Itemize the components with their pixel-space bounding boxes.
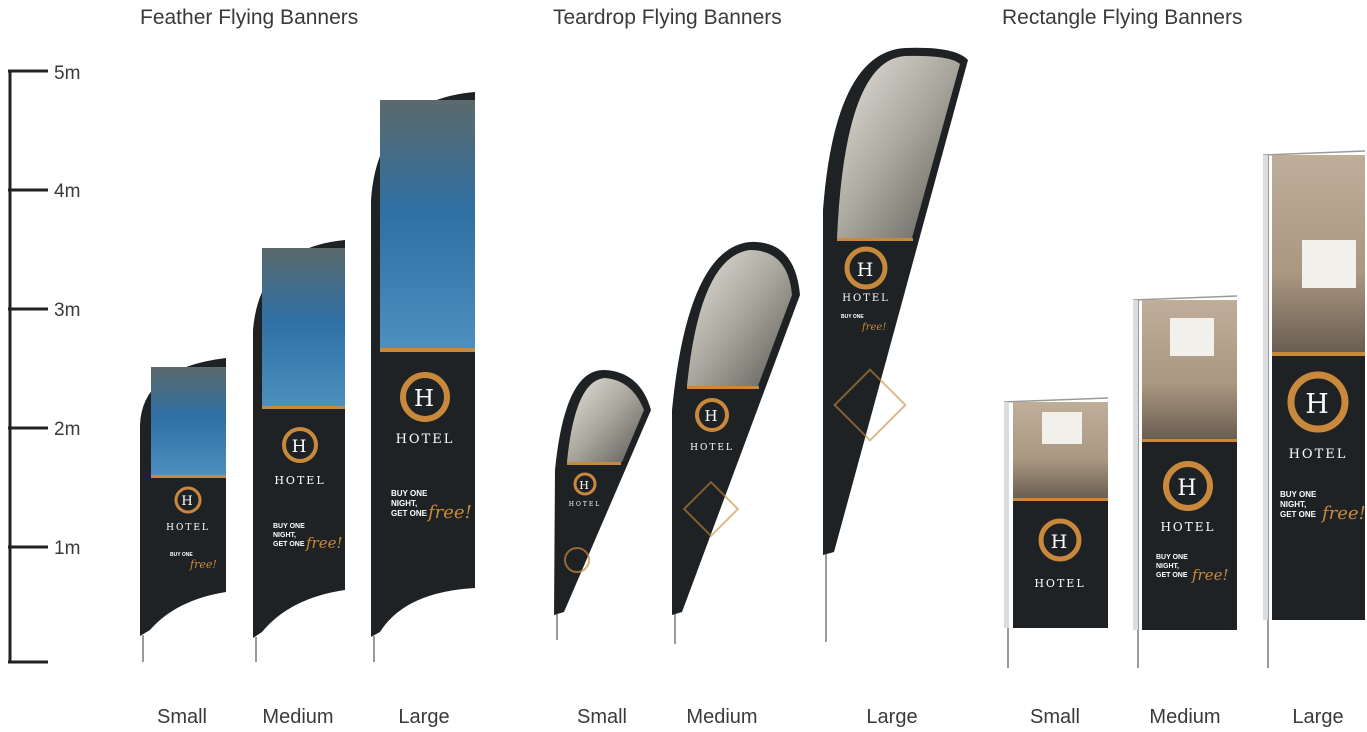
brand-text: HOTEL [842, 293, 890, 304]
teardrop-banner-medium: H HOTEL [672, 241, 800, 644]
promo-line-1: BUY ONE [841, 314, 864, 320]
promo-line-1: BUY ONE [1156, 554, 1188, 561]
feather-size-small: Small [156, 706, 208, 728]
promo-free: free! [189, 558, 217, 571]
logo-letter: H [857, 259, 876, 281]
promo-free: free! [1320, 503, 1366, 524]
banner-illustration: H HOTEL BUY ONE free! H HOTEL BUY ONE NI… [8, 47, 1366, 668]
rectangle-banner-small: H HOTEL [1003, 397, 1109, 668]
feather-banner-small: H HOTEL BUY ONE free! [140, 358, 226, 662]
promo-free: free! [305, 534, 343, 552]
brand-text: HOTEL [569, 501, 602, 508]
teardrop-banner-small: H HOTEL [554, 369, 651, 640]
brand-text: HOTEL [690, 443, 734, 453]
promo-line-2: NIGHT, [1280, 500, 1306, 509]
logo-letter: H [579, 479, 591, 492]
rectangle-size-medium: Medium [1149, 706, 1221, 728]
height-scale-ruler [8, 69, 48, 664]
feather-size-medium: Medium [262, 706, 334, 728]
promo-line-2: NIGHT, [391, 499, 417, 508]
brand-text: HOTEL [1160, 520, 1215, 534]
promo-line-2: NIGHT, [273, 532, 296, 539]
promo-free: free! [1191, 566, 1229, 584]
logo-letter: H [414, 386, 436, 412]
promo-line-3: GET ONE [273, 541, 305, 548]
feather-size-large: Large [398, 706, 450, 728]
teardrop-size-large: Large [866, 706, 918, 728]
rectangle-size-large: Large [1292, 706, 1344, 728]
feather-banner-large: H HOTEL BUY ONE NIGHT, GET ONE free! [371, 92, 475, 662]
promo-line-3: GET ONE [1280, 510, 1317, 519]
promo-line-2: NIGHT, [1156, 563, 1179, 570]
brand-text: HOTEL [1034, 577, 1085, 590]
promo-line-3: GET ONE [1156, 572, 1188, 579]
promo-line-1: BUY ONE [1280, 490, 1317, 499]
brand-text: HOTEL [166, 523, 210, 533]
promo-free: free! [426, 502, 472, 523]
promo-line-1: BUY ONE [273, 523, 305, 530]
logo-letter: H [292, 437, 309, 457]
brand-text: HOTEL [274, 474, 325, 487]
teardrop-size-small: Small [576, 706, 628, 728]
promo-line-1: BUY ONE [391, 489, 428, 498]
promo-free: free! [861, 322, 886, 333]
logo-letter: H [1305, 389, 1331, 420]
feather-banner-medium: H HOTEL BUY ONE NIGHT, GET ONE free! [253, 240, 345, 662]
teardrop-size-medium: Medium [686, 706, 758, 728]
brand-text: HOTEL [1289, 447, 1348, 462]
teardrop-banner-large: H HOTEL BUY ONE free! [823, 47, 968, 642]
rectangle-banner-large: H HOTEL BUY ONE NIGHT, GET ONE free! [1262, 150, 1366, 668]
rectangle-banner-medium: H HOTEL BUY ONE NIGHT, GET ONE free! [1132, 295, 1238, 668]
logo-letter: H [1177, 476, 1198, 501]
promo-line-3: GET ONE [391, 509, 428, 518]
rectangle-size-small: Small [1029, 706, 1081, 728]
brand-text: HOTEL [396, 432, 455, 447]
logo-letter: H [181, 494, 194, 509]
logo-letter: H [1051, 531, 1070, 553]
logo-letter: H [704, 407, 719, 425]
